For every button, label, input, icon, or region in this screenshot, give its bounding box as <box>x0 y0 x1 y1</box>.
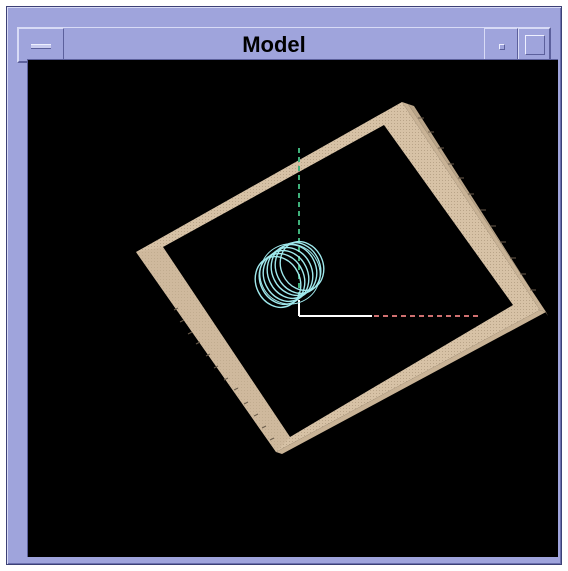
title-bar[interactable]: Model <box>17 27 551 63</box>
window-title: Model <box>242 32 306 57</box>
model-scene <box>136 102 548 454</box>
3d-model-viewport[interactable] <box>27 59 558 557</box>
minimize-button[interactable] <box>484 28 518 62</box>
coil <box>254 240 325 309</box>
plate-frame <box>136 102 548 454</box>
window-menu-icon <box>31 44 51 49</box>
maximize-icon <box>525 35 545 55</box>
window-menu-button[interactable] <box>18 28 64 62</box>
model-window: Model <box>6 6 562 565</box>
maximize-button[interactable] <box>518 28 550 62</box>
minimize-icon <box>499 44 505 50</box>
